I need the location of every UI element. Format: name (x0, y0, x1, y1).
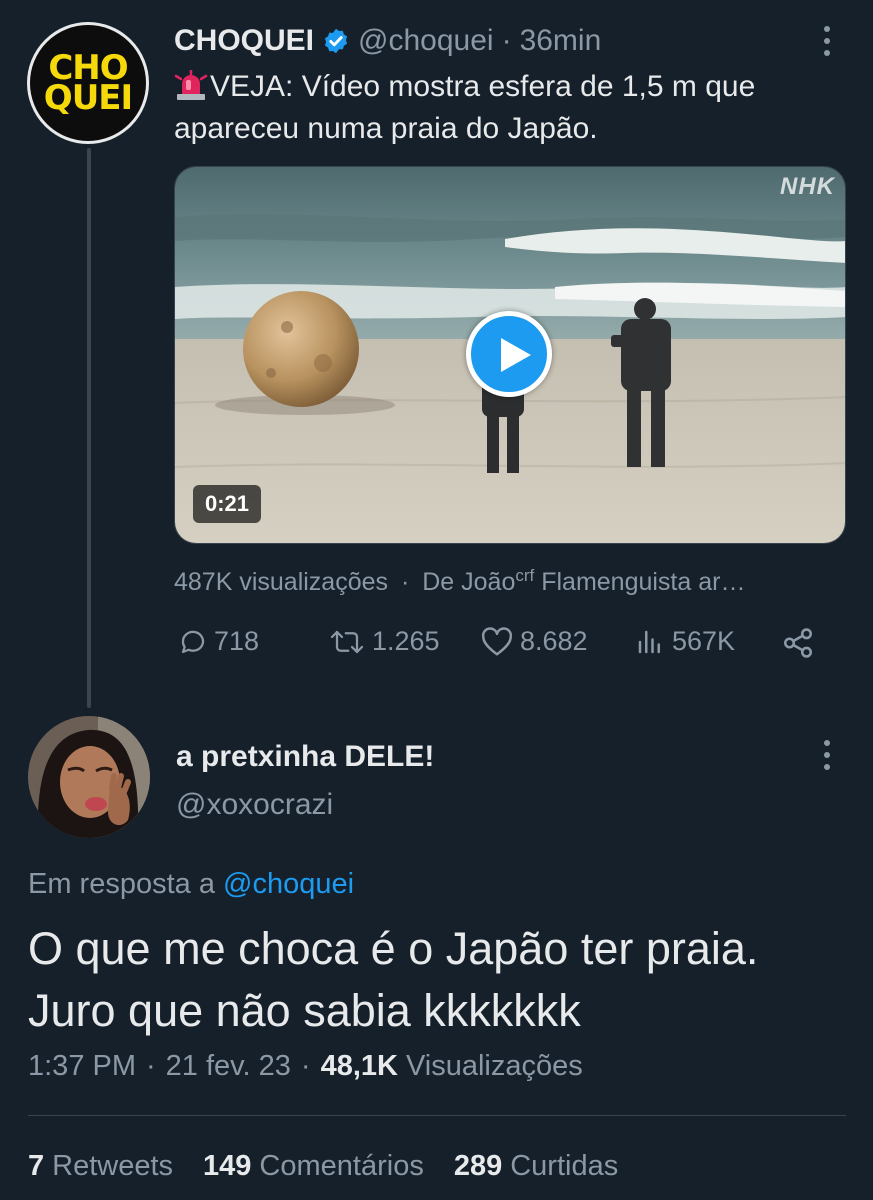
share-icon (783, 628, 813, 658)
likes-stat-label: Curtidas (510, 1150, 619, 1182)
reply-count: 718 (214, 626, 260, 656)
avatar-logo-line-2: QUEI (43, 78, 133, 118)
video-source-superscript: crf (515, 566, 535, 585)
reply-author-handle[interactable]: @xoxocrazi (176, 788, 333, 822)
retweets-stat[interactable]: 7 Retweets (28, 1150, 173, 1183)
video-source-suffix: Flamenguista ar… (534, 568, 746, 596)
reply-meta-line: 1:37 PM · 21 fev. 23 · 48,1K Visualizaçõ… (28, 1050, 583, 1083)
reply-author-name[interactable]: a pretxinha DELE! (176, 740, 434, 774)
comments-stat[interactable]: 149 Comentários (203, 1150, 424, 1183)
reply-time[interactable]: 1:37 PM (28, 1050, 136, 1083)
header-separator: · (501, 24, 512, 57)
share-action[interactable] (780, 626, 822, 660)
reply-text-line-1: O que me choca é o Japão ter praia. (28, 923, 759, 974)
replying-to-prefix: Em resposta a (28, 868, 215, 900)
retweet-count: 1.265 (372, 626, 440, 656)
comments-stat-count: 149 (203, 1150, 252, 1182)
comments-stat-label: Comentários (259, 1150, 424, 1182)
reply-action[interactable]: 718 (178, 626, 259, 657)
retweet-icon (330, 630, 364, 653)
retweets-stat-label: Retweets (52, 1150, 174, 1182)
retweets-stat-count: 7 (28, 1150, 45, 1182)
heart-icon (481, 626, 513, 655)
reply-date[interactable]: 21 fev. 23 (166, 1050, 291, 1083)
parent-tweet-header: CHOQUEI @choquei · 36min (174, 24, 601, 58)
video-source-credit[interactable]: De Joãocrf Flamenguista ar… (422, 566, 746, 596)
reply-text-line-2: Juro que não sabia kkkkkkk (28, 985, 581, 1036)
video-source-prefix: De João (422, 568, 516, 596)
verified-badge-icon (322, 27, 350, 55)
meta-separator-1: · (146, 1050, 156, 1082)
like-action[interactable]: 8.682 (480, 626, 588, 657)
choquei-avatar[interactable]: CHO QUEI (27, 22, 149, 144)
views-action[interactable]: 567K (634, 626, 735, 657)
parent-author-name[interactable]: CHOQUEI (174, 24, 314, 58)
likes-stat-count: 289 (453, 1150, 503, 1182)
thread-connector-line (87, 148, 91, 708)
reply-engagement-stats: 7 Retweets 149 Comentários 289 Curtidas (28, 1150, 648, 1183)
analytics-bars-icon (638, 630, 660, 653)
meta-separator-2: · (300, 1050, 311, 1082)
like-count: 8.682 (520, 626, 588, 656)
reply-icon (181, 630, 205, 653)
parent-author-handle[interactable]: @choquei (358, 24, 494, 58)
likes-stat[interactable]: 289 Curtidas (454, 1150, 618, 1183)
police-siren-emoji-icon (174, 68, 208, 100)
reply-views-count: 48,1K (320, 1050, 398, 1082)
video-play-button[interactable] (466, 311, 552, 397)
nhk-watermark: NHK (780, 173, 835, 200)
replying-to-mention-link[interactable]: @choquei (223, 868, 354, 900)
parent-tweet-body: VEJA: Vídeo mostra esfera de 1,5 m que a… (174, 70, 756, 145)
replying-to-line: Em resposta a @choquei (28, 868, 354, 901)
video-duration-badge: 0:21 (193, 485, 262, 523)
retweet-action[interactable]: 1.265 (328, 626, 440, 657)
reply-views-label: Visualizações (405, 1050, 583, 1082)
views-count: 567K (672, 626, 736, 656)
profile-photo (28, 716, 150, 838)
parent-more-options-icon[interactable] (822, 26, 832, 56)
reply-more-options-icon[interactable] (822, 740, 832, 770)
parent-tweet-time[interactable]: 36min (520, 24, 602, 58)
reply-author-avatar[interactable] (28, 716, 150, 838)
stats-divider (28, 1115, 846, 1116)
reply-tweet-text: O que me choca é o Japão ter praia. Juro… (28, 918, 858, 1042)
parent-view-count: 487K visualizações (174, 568, 389, 596)
video-media-card[interactable]: NHK 0:21 (174, 166, 846, 544)
parent-tweet-text: VEJA: Vídeo mostra esfera de 1,5 m que a… (174, 66, 844, 150)
views-line-separator: · (400, 568, 410, 596)
parent-tweet-actions: 718 1.265 8.682 567K (174, 622, 846, 668)
play-icon (501, 338, 531, 372)
parent-views-line: 487K visualizações · De Joãocrf Flamengu… (174, 566, 846, 597)
